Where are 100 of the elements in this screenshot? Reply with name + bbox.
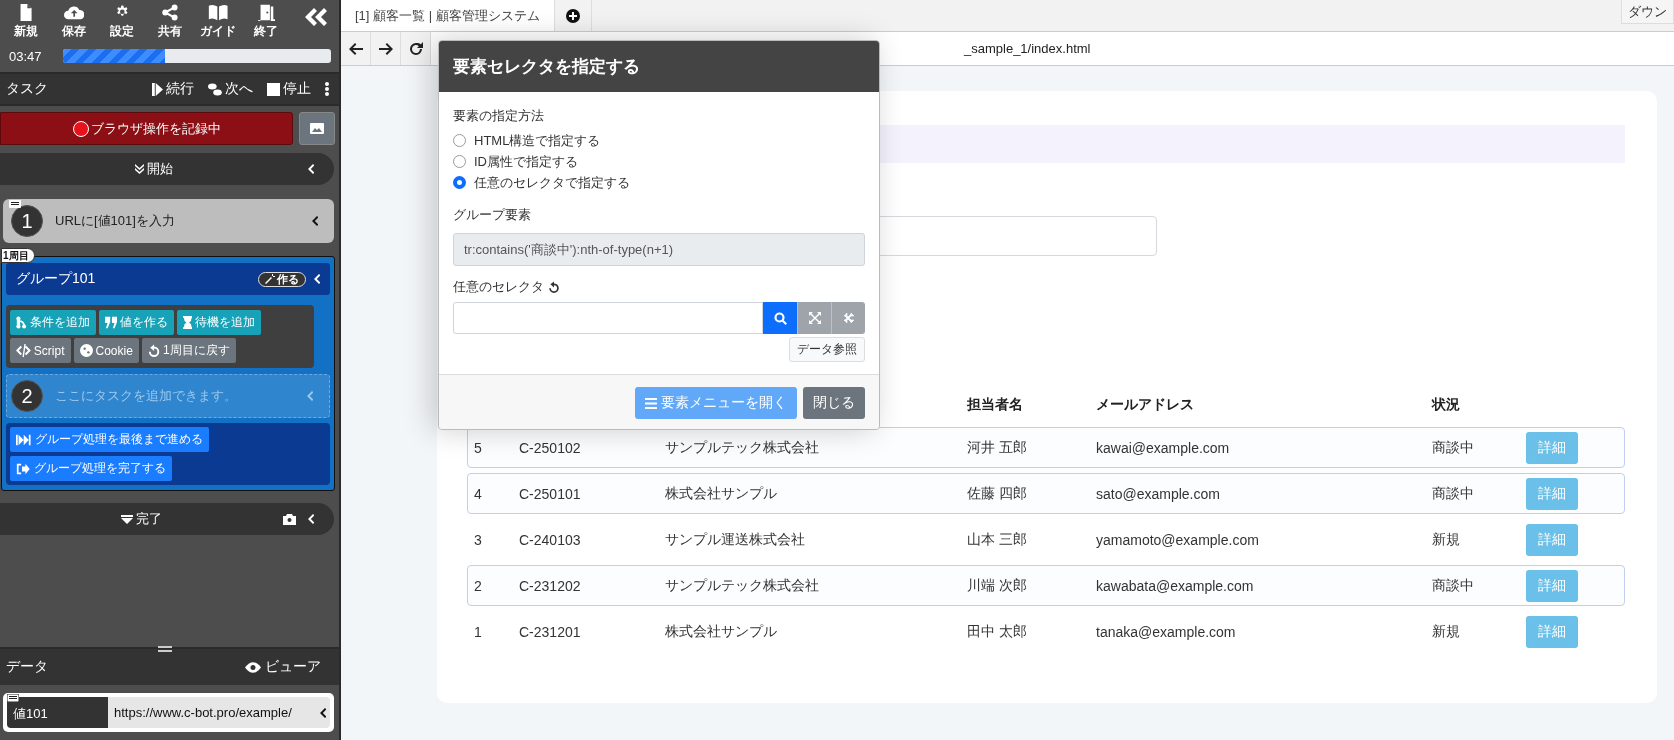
step-number: 1 xyxy=(11,205,43,237)
data-row[interactable]: 値101 https://www.c-bot.pro/example/ xyxy=(3,693,334,732)
compress-icon xyxy=(842,312,855,324)
table-cell-text: C-250102 xyxy=(518,439,582,456)
back-icon xyxy=(348,41,363,56)
table-cell-text: 株式会社サンプル xyxy=(664,484,778,503)
fast-forward-icon xyxy=(16,433,31,446)
table-cell-text: 商談中 xyxy=(1431,438,1475,457)
table-cell-text: 田中 太郎 xyxy=(966,622,1028,641)
wand-icon xyxy=(265,274,275,284)
table-cell-text: C-250101 xyxy=(518,485,582,502)
reload-icon xyxy=(408,41,423,56)
loop-badge: 1周目 xyxy=(1,248,35,263)
toolbar-button[interactable]: 終了 xyxy=(242,2,290,42)
table-cell-text: C-240103 xyxy=(518,531,582,548)
table-cell-text: 川端 次郎 xyxy=(966,576,1028,595)
tool-button[interactable]: 1周目に戻す xyxy=(141,338,236,363)
selector-input[interactable] xyxy=(453,302,763,334)
group-action-button[interactable]: グループ処理を完了する xyxy=(10,456,172,481)
undo-icon xyxy=(147,344,160,357)
chevron-left-icon[interactable] xyxy=(308,164,314,174)
search-button[interactable] xyxy=(763,302,797,334)
chevron-left-icon[interactable] xyxy=(308,514,314,524)
chevron-left-icon xyxy=(320,707,326,718)
double-chevron-down-icon xyxy=(135,164,144,174)
play-icon xyxy=(152,82,164,96)
task-drop-zone[interactable]: 2 ここにタスクを追加できます。 xyxy=(6,374,330,418)
nav-button[interactable] xyxy=(371,32,401,65)
table-cell-text: 3 xyxy=(473,531,483,548)
make-button[interactable]: 作る xyxy=(258,271,306,287)
camera-icon[interactable] xyxy=(283,513,296,525)
table-cell-text: 新規 xyxy=(1431,622,1461,641)
radio-option[interactable]: HTML構造で指定する xyxy=(453,130,865,151)
table-cell-text: 5 xyxy=(473,439,483,456)
stop-icon xyxy=(267,82,280,96)
timer-text: 03:47 xyxy=(9,48,43,64)
add-tab-icon[interactable] xyxy=(565,8,580,23)
chevron-left-icon xyxy=(312,216,318,226)
task-step[interactable]: 1 URLに[値101]を入力 xyxy=(3,199,334,243)
nav-button[interactable] xyxy=(341,32,371,65)
record-button[interactable]: ブラウザ操作を記録中 xyxy=(0,112,293,145)
table-cell-text: 4 xyxy=(473,485,483,502)
task-action-button[interactable]: 停止 xyxy=(267,80,311,98)
group-action-button[interactable]: グループ処理を最後まで進める xyxy=(10,427,209,452)
hourglass-icon xyxy=(182,316,193,329)
section-title: タスク xyxy=(6,80,48,98)
table-cell-text: 株式会社サンプル xyxy=(664,622,778,641)
collapse-icon[interactable] xyxy=(305,8,327,26)
browser-tab[interactable]: [1] 顧客一覧 | 顧客管理システム xyxy=(341,0,555,31)
viewer-button[interactable]: ビューア xyxy=(239,657,327,677)
table-cell-text: 佐藤 四郎 xyxy=(966,484,1028,503)
column-header: 状況 xyxy=(1430,396,1461,414)
toolbar-button[interactable]: ガイド xyxy=(194,2,242,42)
eye-icon xyxy=(245,661,261,673)
field-label: グループ要素 xyxy=(453,206,532,224)
table-cell-text: 商談中 xyxy=(1431,484,1475,503)
branch-icon xyxy=(16,316,27,329)
field-label: 要素の指定方法 xyxy=(453,107,545,125)
field-label: 任意のセレクタ xyxy=(453,278,544,296)
image-icon xyxy=(310,123,324,134)
table-cell-text: kawabata@example.com xyxy=(1095,577,1255,594)
exit-icon xyxy=(16,462,30,475)
table-cell-text: C-231201 xyxy=(518,623,582,640)
image-button[interactable] xyxy=(299,112,335,145)
tool-button[interactable]: Cookie xyxy=(73,338,139,363)
table-cell-text: C-231202 xyxy=(518,577,582,594)
download-button[interactable]: ダウン xyxy=(1621,0,1674,24)
close-button[interactable]: 閉じる xyxy=(803,387,865,419)
toolbar-button[interactable]: 設定 xyxy=(98,2,146,42)
table-cell-text: kawai@example.com xyxy=(1095,439,1231,456)
cloud-upload-icon xyxy=(63,4,85,21)
table-cell-text: 河井 五郎 xyxy=(966,438,1028,457)
nav-button[interactable] xyxy=(401,32,431,65)
door-icon xyxy=(257,4,275,21)
code-icon xyxy=(16,344,31,357)
table-cell-text: サンプルテック株式会社 xyxy=(664,576,820,595)
data-reference-button[interactable]: データ参照 xyxy=(789,337,865,362)
readonly-field: tr:contains('商談中'):nth-of-type(n+1) xyxy=(453,233,865,266)
step-label: URLに[値101]を入力 xyxy=(55,212,176,230)
table-cell-text: サンプル運送株式会社 xyxy=(664,530,806,549)
toolbar-button[interactable]: 保存 xyxy=(50,2,98,42)
section-title: データ xyxy=(6,658,49,676)
toolbar-button[interactable]: 共有 xyxy=(146,2,194,42)
radio-option[interactable]: ID属性で指定する xyxy=(453,151,865,172)
radio-option[interactable]: 任意のセレクタで指定する xyxy=(453,172,865,193)
quote-icon xyxy=(104,316,117,329)
keyboard-icon xyxy=(9,200,21,208)
tool-button[interactable]: Script xyxy=(10,338,71,363)
end-arrow-icon xyxy=(121,514,133,524)
radio-button[interactable] xyxy=(453,176,466,189)
step-number: 2 xyxy=(11,380,43,412)
menu-icon xyxy=(645,397,657,409)
task-action-button[interactable]: 続行 xyxy=(152,80,195,98)
reset-icon xyxy=(548,281,560,293)
url-text: _sample_1/index.html xyxy=(964,41,1091,56)
toolbar-button[interactable]: 新規 xyxy=(2,2,50,42)
chevron-left-icon xyxy=(307,391,313,401)
resize-handle[interactable] xyxy=(158,646,172,652)
task-action-button[interactable]: 次へ xyxy=(208,80,253,98)
data-name: 値101 xyxy=(7,697,108,728)
